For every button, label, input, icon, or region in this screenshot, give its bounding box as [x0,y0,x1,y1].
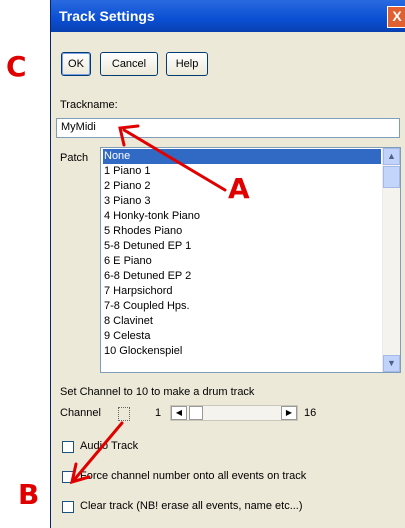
patch-list-item[interactable]: 7 Harpsichord [103,284,172,299]
annotation-b: B [18,478,40,511]
patch-list-item[interactable]: 3 Piano 3 [103,194,150,209]
scroll-up-icon[interactable]: ▲ [383,148,400,165]
channel-hint: Set Channel to 10 to make a drum track [60,386,255,398]
scroll-thumb[interactable] [383,166,400,188]
trackname-label: Trackname: [60,99,118,111]
patch-list-item[interactable]: None [103,149,381,164]
annotation-a: A [228,172,250,205]
patch-list-item[interactable]: 5-8 Detuned EP 1 [103,239,191,254]
cancel-button[interactable]: Cancel [100,52,158,76]
patch-list-item[interactable]: 6-8 Detuned EP 2 [103,269,191,284]
patch-list-item[interactable]: 9 Celesta [103,329,150,344]
audio-track-label: Audio Track [80,440,139,452]
patch-list-item[interactable]: 5 Rhodes Piano [103,224,182,239]
clear-track-checkbox[interactable] [62,501,74,513]
audio-track-checkbox[interactable] [62,441,74,453]
slider-left-icon[interactable]: ◀ [171,406,187,420]
channel-focus-box [118,407,130,421]
patch-list-item[interactable]: 1 Piano 1 [103,164,150,179]
patch-listbox[interactable]: None 1 Piano 1 2 Piano 2 3 Piano 3 4 Hon… [100,147,401,373]
patch-list-item[interactable]: 10 Glockenspiel [103,344,182,359]
channel-max: 16 [304,407,317,419]
slider-thumb[interactable] [189,406,203,420]
clear-track-label: Clear track (NB! erase all events, name … [80,500,303,512]
channel-value: 1 [155,407,162,419]
patch-list-item[interactable]: 8 Clavinet [103,314,153,329]
annotation-c: C [6,50,27,83]
patch-list-item[interactable]: 7-8 Coupled Hps. [103,299,190,314]
help-button[interactable]: Help [166,52,208,76]
patch-list-item[interactable]: 2 Piano 2 [103,179,150,194]
slider-right-icon[interactable]: ▶ [281,406,297,420]
patch-scrollbar[interactable]: ▲ ▼ [382,148,400,372]
patch-label: Patch [60,152,89,164]
scroll-down-icon[interactable]: ▼ [383,355,400,372]
channel-slider[interactable]: ◀ ▶ [170,405,298,421]
patch-list-item[interactable]: 4 Honky-tonk Piano [103,209,200,224]
force-channel-checkbox[interactable] [62,471,74,483]
patch-list-item[interactable]: 6 E Piano [103,254,152,269]
window-title: Track Settings [59,8,155,24]
ok-button[interactable]: OK [61,52,91,76]
title-bar: Track Settings X [51,0,405,32]
force-channel-label: Force channel number onto all events on … [80,470,307,482]
trackname-input[interactable]: MyMidi [56,118,400,138]
channel-label: Channel [60,407,101,419]
close-icon[interactable]: X [387,6,405,28]
